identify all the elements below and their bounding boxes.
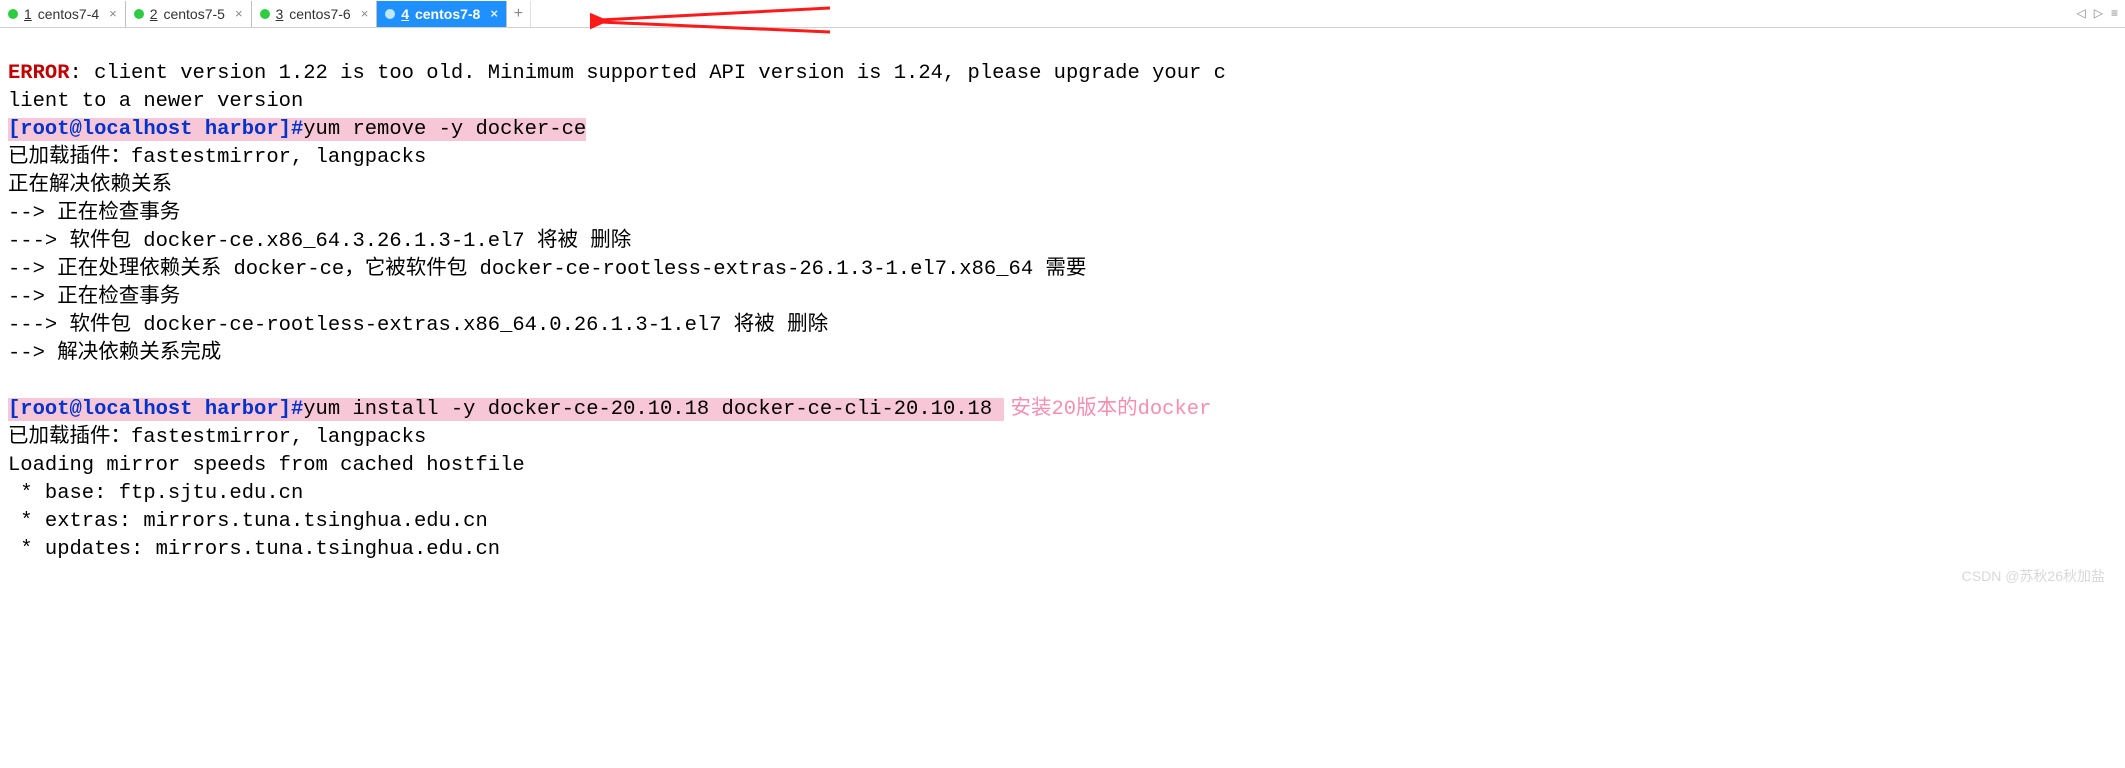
tab-label: 1 centos7-4 bbox=[24, 6, 99, 22]
error-message: : client version 1.22 is too old. Minimu… bbox=[8, 62, 1226, 113]
close-icon[interactable]: × bbox=[490, 6, 498, 21]
tab-centos7-8[interactable]: 4 centos7-8 × bbox=[377, 1, 507, 27]
shell-command: yum install -y docker-ce-20.10.18 docker… bbox=[303, 398, 1004, 421]
status-dot-icon bbox=[385, 9, 395, 19]
tab-nav-controls: ◁ ▷ ≡ bbox=[2074, 0, 2121, 26]
close-icon[interactable]: × bbox=[109, 6, 117, 21]
shell-command: yum remove -y docker-ce bbox=[303, 118, 586, 141]
close-icon[interactable]: × bbox=[235, 6, 243, 21]
close-icon[interactable]: × bbox=[361, 6, 369, 21]
tab-label: 2 centos7-5 bbox=[150, 6, 225, 22]
watermark: CSDN @苏秋26秋加盐 bbox=[1962, 562, 2105, 590]
output-block: 已加载插件：fastestmirror, langpacks 正在解决依赖关系 … bbox=[8, 146, 1086, 365]
error-label: ERROR bbox=[8, 62, 70, 85]
prev-tab-icon[interactable]: ◁ bbox=[2074, 6, 2089, 20]
shell-prompt: [root@localhost harbor]# bbox=[8, 118, 303, 141]
tab-centos7-5[interactable]: 2 centos7-5 × bbox=[126, 1, 252, 27]
tab-label: 3 centos7-6 bbox=[276, 6, 351, 22]
status-dot-icon bbox=[134, 9, 144, 19]
tab-bar: 1 centos7-4 × 2 centos7-5 × 3 centos7-6 … bbox=[0, 0, 2125, 28]
inline-annotation: 安装20版本的docker bbox=[1010, 398, 1211, 421]
output-block: 已加载插件：fastestmirror, langpacks Loading m… bbox=[8, 426, 525, 561]
tab-label: 4 centos7-8 bbox=[401, 6, 480, 22]
status-dot-icon bbox=[8, 9, 18, 19]
shell-prompt: [root@localhost harbor]# bbox=[8, 398, 303, 421]
next-tab-icon[interactable]: ▷ bbox=[2091, 6, 2106, 20]
new-tab-button[interactable]: + bbox=[507, 1, 531, 27]
status-dot-icon bbox=[260, 9, 270, 19]
tab-menu-icon[interactable]: ≡ bbox=[2108, 6, 2121, 20]
tab-centos7-6[interactable]: 3 centos7-6 × bbox=[252, 1, 378, 27]
tab-centos7-4[interactable]: 1 centos7-4 × bbox=[0, 1, 126, 27]
terminal-output[interactable]: ERROR: client version 1.22 is too old. M… bbox=[0, 28, 2125, 596]
